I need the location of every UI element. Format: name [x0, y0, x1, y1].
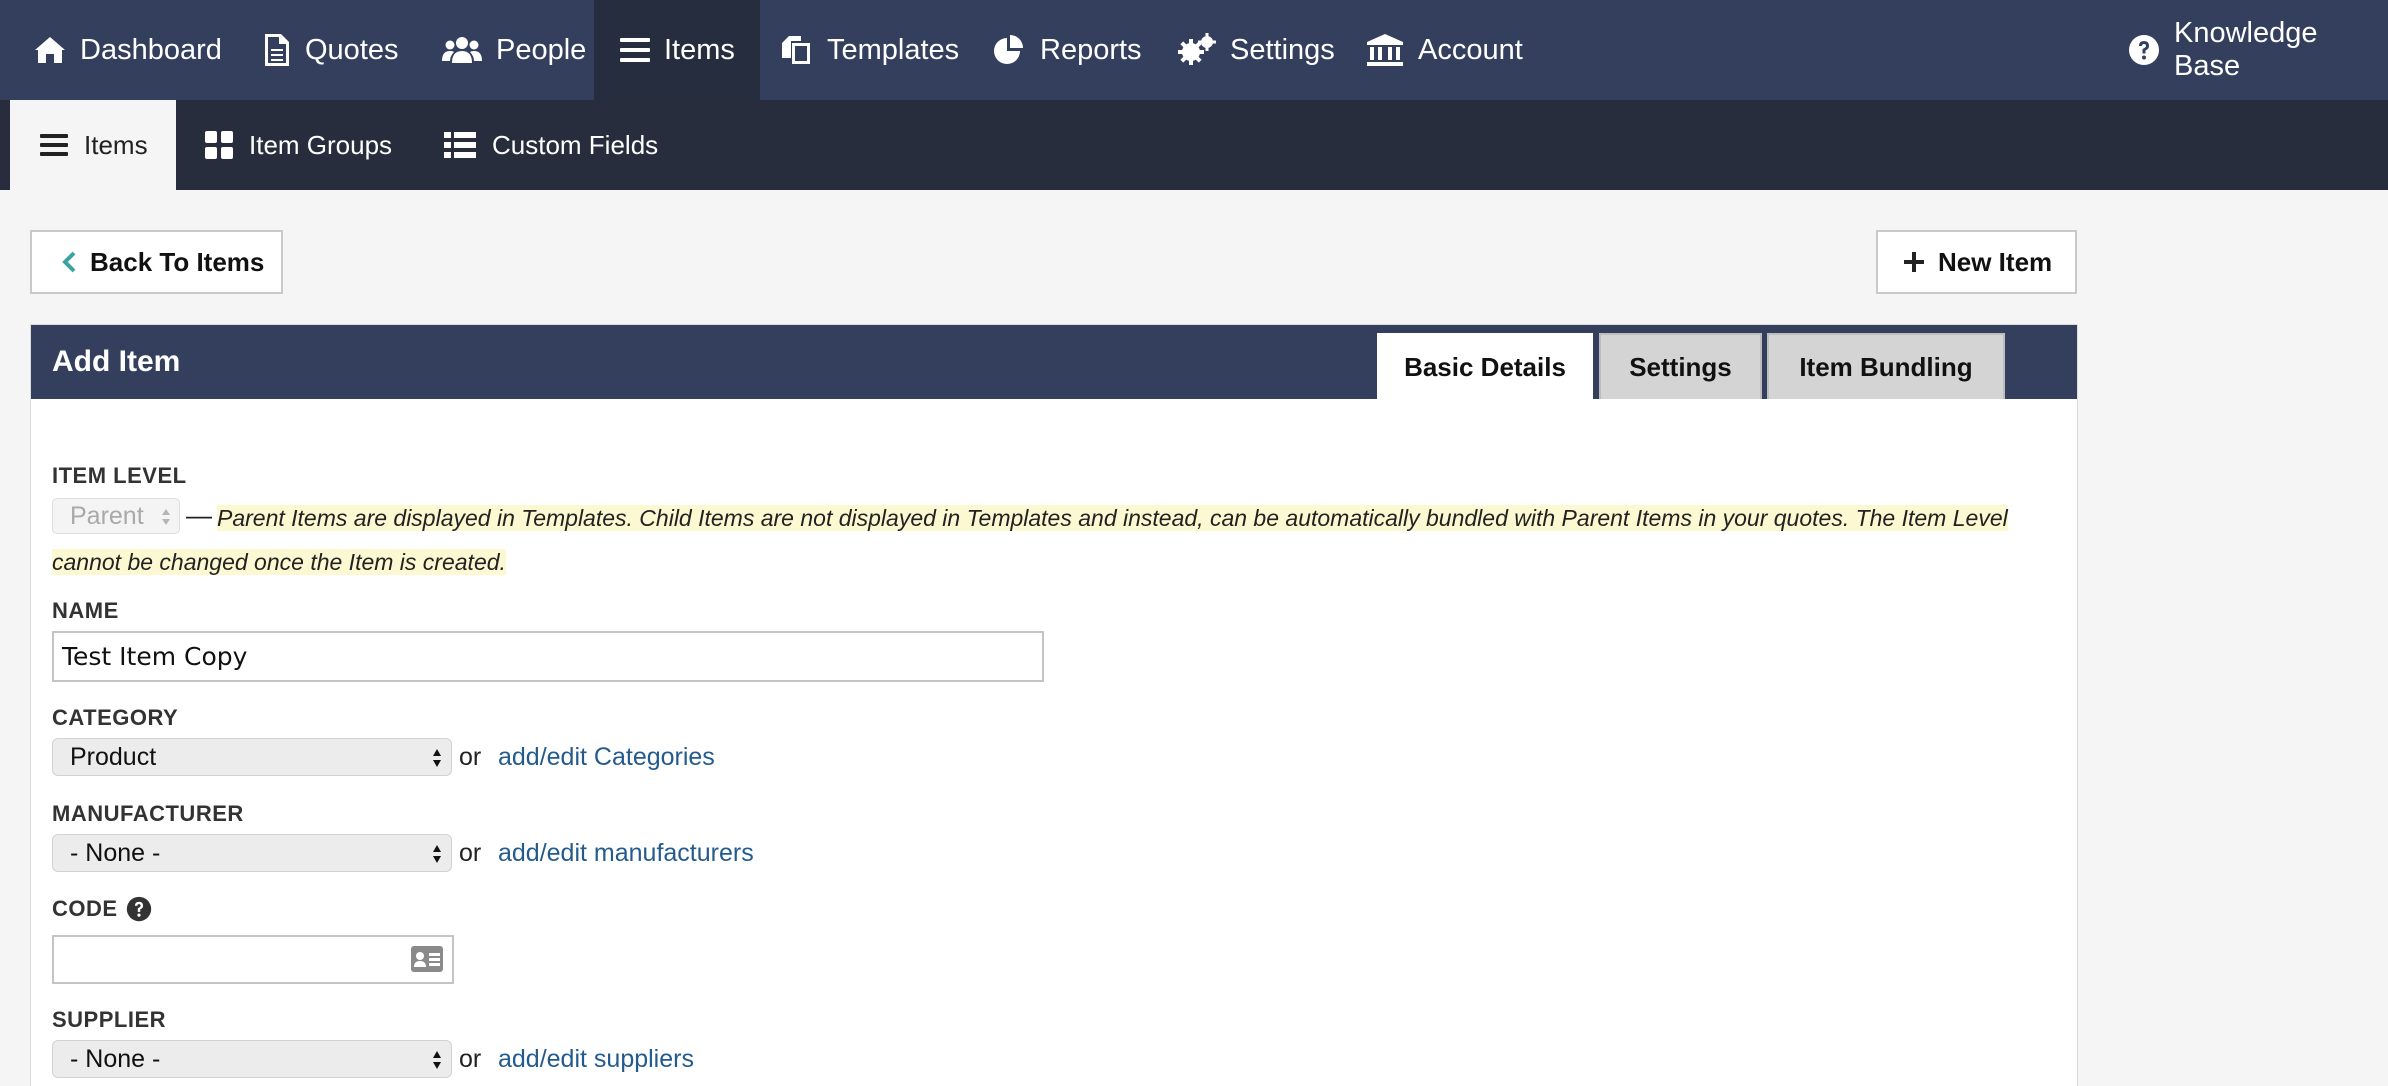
tab-item-bundling[interactable]: Item Bundling: [1767, 333, 2005, 399]
select-arrows-icon: [162, 509, 170, 525]
nav-people-label: People: [496, 33, 587, 66]
nav-account-label: Account: [1418, 33, 1523, 66]
select-arrows-icon: [433, 1051, 441, 1069]
item-level-note-text: Parent Items are displayed in Templates.…: [52, 505, 2008, 575]
nav-quotes[interactable]: Quotes: [263, 0, 399, 100]
home-icon: [35, 37, 65, 63]
subnav-items-label: Items: [84, 129, 148, 160]
nav-knowledge-base-label: Knowledge Base: [2174, 17, 2318, 82]
code-input[interactable]: [52, 935, 454, 984]
nav-templates-label: Templates: [827, 33, 960, 66]
nav-quotes-label: Quotes: [305, 33, 399, 66]
nav-settings-label: Settings: [1230, 33, 1335, 66]
nav-people[interactable]: People: [442, 0, 586, 100]
nav-reports[interactable]: Reports: [992, 0, 1142, 100]
nav-account[interactable]: Account: [1366, 0, 1523, 100]
code-label: CODE: [52, 896, 118, 921]
name-input[interactable]: Test Item Copy: [52, 631, 1044, 682]
list-icon: [620, 38, 650, 62]
subnav-item-groups-label: Item Groups: [249, 129, 393, 160]
tab-settings[interactable]: Settings: [1599, 333, 1762, 399]
item-level-dash: —: [186, 500, 212, 530]
chevron-left-icon: [62, 251, 76, 273]
users-icon: [442, 37, 482, 63]
category-label: CATEGORY: [52, 705, 179, 730]
nav-dashboard[interactable]: Dashboard: [34, 0, 222, 100]
item-level-label: ITEM LEVEL: [52, 463, 187, 488]
add-edit-suppliers-link[interactable]: add/edit suppliers: [498, 1045, 694, 1074]
list-detail-icon: [444, 132, 476, 158]
supplier-select[interactable]: - None -: [52, 1040, 452, 1078]
back-to-items-button[interactable]: Back To Items: [30, 230, 283, 294]
id-card-icon: [411, 946, 443, 972]
nav-templates[interactable]: Templates: [779, 0, 959, 100]
add-edit-manufacturers-link[interactable]: add/edit manufacturers: [498, 839, 754, 868]
supplier-or-text: or: [459, 1045, 482, 1073]
manufacturer-label: MANUFACTURER: [52, 801, 244, 826]
bank-icon: [1367, 34, 1403, 66]
supplier-value: - None -: [70, 1044, 161, 1073]
grid-icon: [205, 131, 233, 159]
subnav-custom-fields-label: Custom Fields: [492, 129, 659, 160]
gears-icon: [1178, 33, 1216, 65]
pie-chart-icon: [994, 35, 1023, 64]
item-level-value: Parent: [70, 501, 144, 530]
panel-title: Add Item: [52, 345, 181, 378]
new-item-button[interactable]: New Item: [1876, 230, 2077, 294]
category-or-text: or: [459, 743, 482, 771]
item-level-note: Parent Items are displayed in Templates.…: [52, 496, 2052, 584]
subnav-custom-fields[interactable]: Custom Fields: [444, 100, 658, 190]
nav-dashboard-label: Dashboard: [80, 33, 222, 66]
top-navigation: Dashboard Quotes People Items Templates …: [0, 0, 2388, 100]
panel-header: Add Item Basic Details Settings Item Bun…: [31, 325, 2077, 399]
nav-reports-label: Reports: [1040, 33, 1142, 66]
nav-knowledge-base[interactable]: Knowledge Base: [2128, 0, 2388, 100]
supplier-label: SUPPLIER: [52, 1007, 167, 1032]
manufacturer-value: - None -: [70, 838, 161, 867]
select-arrows-icon: [433, 749, 441, 767]
question-circle-icon[interactable]: [126, 896, 152, 922]
subnav-items[interactable]: Items: [10, 100, 176, 190]
tab-basic-details[interactable]: Basic Details: [1377, 333, 1593, 399]
subnav-item-groups[interactable]: Item Groups: [205, 100, 392, 190]
document-icon: [265, 34, 289, 66]
code-label-row: CODE: [52, 896, 152, 922]
item-level-select: Parent: [52, 498, 180, 534]
plus-icon: [1904, 252, 1924, 272]
list-icon: [40, 134, 68, 156]
add-edit-categories-link[interactable]: add/edit Categories: [498, 743, 715, 772]
nav-settings[interactable]: Settings: [1178, 0, 1335, 100]
new-item-label: New Item: [1938, 246, 2053, 277]
sub-navigation: Items Item Groups Custom Fields: [0, 100, 2388, 190]
manufacturer-select[interactable]: - None -: [52, 834, 452, 872]
back-to-items-label: Back To Items: [90, 246, 265, 277]
select-arrows-icon: [433, 845, 441, 863]
question-circle-icon: [2129, 35, 2159, 65]
category-value: Product: [70, 742, 157, 771]
name-label: NAME: [52, 598, 119, 623]
copy-icon: [782, 36, 810, 64]
nav-items-label: Items: [664, 33, 735, 66]
category-select[interactable]: Product: [52, 738, 452, 776]
manufacturer-or-text: or: [459, 839, 482, 867]
nav-items[interactable]: Items: [594, 0, 760, 100]
